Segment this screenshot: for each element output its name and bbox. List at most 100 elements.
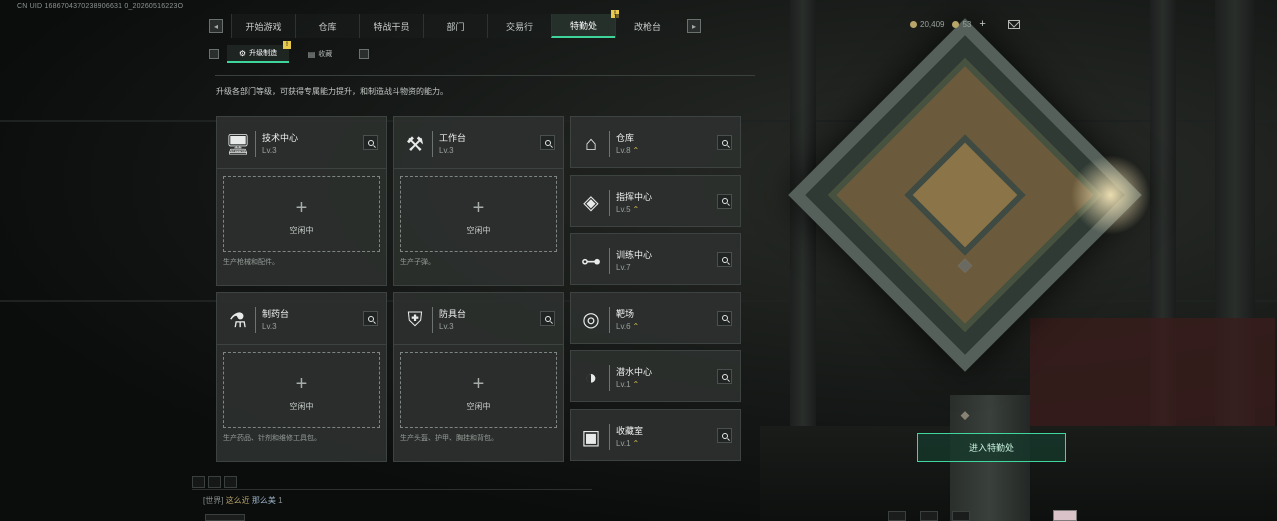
- facility-name: 指挥中心: [616, 191, 653, 202]
- search-icon: [367, 315, 374, 322]
- page-description: 升级各部门等级，可获得专属能力提升，和制造战斗物资的能力。: [216, 87, 448, 96]
- search-button[interactable]: [717, 310, 732, 326]
- card-header[interactable]: ⛨ 防具台 Lv.3: [394, 293, 563, 345]
- avatar[interactable]: [1053, 510, 1077, 521]
- gear-icon: ⚙: [238, 48, 247, 58]
- divider: [432, 307, 433, 333]
- divider: [609, 306, 610, 333]
- subtab-upgrade-craft[interactable]: ⚙ 升级制造 !: [227, 41, 291, 63]
- divider: [609, 189, 610, 216]
- card-header[interactable]: ⚒ 工作台 Lv.3: [394, 117, 563, 169]
- currency-primary: 20,409: [910, 20, 944, 29]
- command-icon: ◈: [583, 192, 599, 215]
- facility-level-row: Lv.8 ⌃: [616, 146, 639, 155]
- warehouse-icon: ⌂: [584, 132, 598, 155]
- dumbbell-icon: ⊶: [581, 250, 601, 273]
- tab-4[interactable]: 交易行: [487, 14, 551, 38]
- search-button[interactable]: [363, 311, 378, 326]
- tab-2[interactable]: 特战干员: [359, 14, 423, 38]
- facility-card[interactable]: ◈ 指挥中心 Lv.5 ⌃: [570, 174, 741, 227]
- production-slot[interactable]: + 空闲中: [400, 176, 557, 252]
- nav-next-button[interactable]: ▸: [687, 19, 701, 33]
- add-icon: +: [472, 197, 485, 219]
- bottom-button[interactable]: [920, 511, 938, 521]
- tab-1[interactable]: 仓库: [295, 14, 359, 38]
- facility-level-row: Lv.1 ⌃: [616, 439, 639, 448]
- production-card: 🖥 技术中心 Lv.3 + 空闲中 生产枪械和配件。: [216, 116, 387, 286]
- facility-level: Lv.7: [616, 263, 631, 273]
- chat-input[interactable]: [205, 514, 245, 521]
- facility-card[interactable]: ◎ 靶场 Lv.6 ⌃: [570, 291, 741, 344]
- search-icon: [721, 315, 728, 322]
- nav-prev-button[interactable]: ◂: [209, 19, 223, 33]
- search-button[interactable]: [717, 135, 732, 150]
- bottom-bar: [888, 511, 970, 521]
- search-icon: [721, 198, 728, 205]
- tab-0[interactable]: 开始游戏: [231, 14, 295, 38]
- target-icon: ◎: [582, 309, 600, 332]
- search-button[interactable]: [540, 311, 555, 326]
- search-button[interactable]: [717, 428, 732, 443]
- facility-level: Lv.1: [616, 439, 631, 448]
- chat-tab[interactable]: [224, 476, 237, 488]
- production-description: 生产头盔、护甲、胸挂和背包。: [400, 435, 498, 442]
- facility-name: 防具台: [439, 309, 467, 319]
- add-currency-button[interactable]: +: [979, 18, 985, 30]
- tab-5[interactable]: 特勤处!: [551, 10, 619, 38]
- divider: [609, 424, 610, 450]
- enter-special-ops-button[interactable]: 进入特勤处: [917, 433, 1066, 462]
- tab-6[interactable]: 改枪台: [615, 14, 679, 38]
- card-header[interactable]: 🖥 技术中心 Lv.3: [217, 117, 386, 169]
- chat-line[interactable]: [世界] 这么近 那么美 1: [203, 495, 283, 506]
- facility-level: Lv.3: [262, 146, 277, 155]
- facility-name: 仓库: [616, 133, 635, 143]
- display-case-icon: ▣: [581, 426, 601, 449]
- bottom-button[interactable]: [888, 511, 906, 521]
- divider: [255, 307, 256, 333]
- production-slot[interactable]: + 空闲中: [223, 352, 380, 428]
- subnav-next-button[interactable]: [359, 49, 369, 59]
- facility-card[interactable]: ⊶ 训练中心 Lv.7: [570, 233, 741, 286]
- facility-level: Lv.3: [262, 322, 277, 331]
- card-header[interactable]: ⚗ 制药台 Lv.3: [217, 293, 386, 345]
- bottom-button[interactable]: [952, 511, 970, 521]
- chat-tab[interactable]: [208, 476, 221, 488]
- facility-level: Lv.3: [439, 146, 454, 155]
- divider: [432, 131, 433, 157]
- divider: [192, 489, 592, 490]
- search-button[interactable]: [717, 369, 732, 385]
- top-nav: ◂ 开始游戏仓库特战干员部门交易行特勤处!改枪台 ▸: [201, 10, 709, 38]
- divider: [255, 131, 256, 157]
- divider: [609, 131, 610, 157]
- search-icon: [721, 139, 728, 146]
- production-slot[interactable]: + 空闲中: [400, 352, 557, 428]
- facility-level: Lv.6: [616, 321, 631, 331]
- search-button[interactable]: [540, 135, 555, 150]
- mail-icon[interactable]: [1007, 19, 1020, 29]
- facility-level-row: Lv.1 ⌃: [616, 380, 639, 389]
- facility-card[interactable]: ▣ 收藏室 Lv.1 ⌃: [570, 409, 741, 461]
- search-button[interactable]: [363, 135, 378, 150]
- search-icon: [367, 139, 374, 146]
- facility-name: 工作台: [439, 133, 467, 143]
- facility-card[interactable]: ◑ 潜水中心 Lv.1 ⌃: [570, 350, 741, 403]
- search-icon: [721, 373, 728, 380]
- production-slot[interactable]: + 空闲中: [223, 176, 380, 252]
- search-button[interactable]: [717, 252, 732, 268]
- search-button[interactable]: [717, 193, 732, 209]
- subtab-collection[interactable]: ▤ 收藏: [289, 45, 351, 63]
- upgrade-available-icon: ⌃: [632, 380, 640, 390]
- facility-card[interactable]: ⌂ 仓库 Lv.8 ⌃: [570, 116, 741, 168]
- upgrade-available-icon: ⌃: [632, 204, 640, 214]
- search-icon: [721, 256, 728, 263]
- chat-tab[interactable]: [192, 476, 205, 488]
- production-card: ⛨ 防具台 Lv.3 + 空闲中生产头盔、护甲、胸挂和背包。: [393, 292, 564, 462]
- tab-3[interactable]: 部门: [423, 14, 487, 38]
- facility-level: Lv.1: [616, 380, 631, 390]
- production-card: ⚗ 制药台 Lv.3 + 空闲中 生产药品、针剂和维修工具包。: [216, 292, 387, 462]
- production-description: 生产子弹。: [400, 259, 435, 266]
- subnav-prev-button[interactable]: [209, 49, 219, 59]
- divider: [215, 75, 755, 76]
- facility-level-row: Lv.7: [616, 263, 631, 272]
- coin-icon: [910, 20, 917, 28]
